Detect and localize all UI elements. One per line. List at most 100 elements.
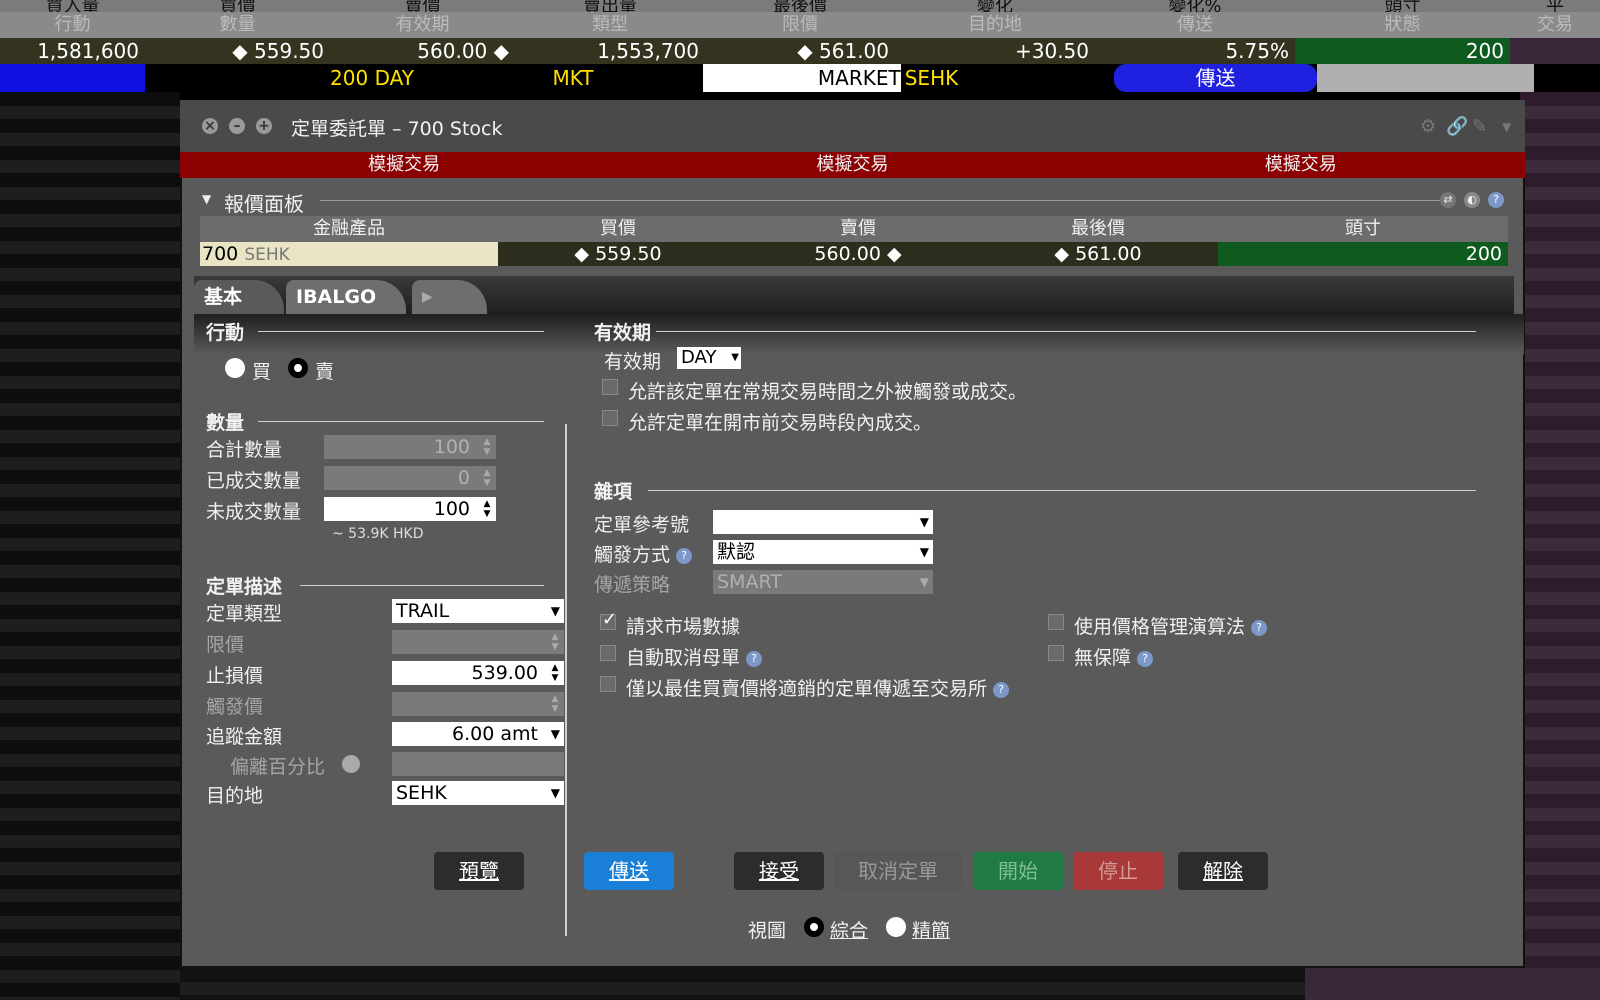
- column-header: 金融產品: [313, 218, 385, 239]
- start-button[interactable]: 開始: [973, 852, 1063, 890]
- checkmark-icon: ✓: [602, 609, 618, 630]
- tif-select[interactable]: DAY ▼: [677, 347, 741, 369]
- help-icon[interactable]: ?: [1137, 651, 1154, 667]
- link-icon[interactable]: 🔗: [1446, 116, 1468, 137]
- offset-percent-radio[interactable]: [342, 755, 360, 773]
- preview-button[interactable]: 預覽: [434, 852, 524, 890]
- help-icon[interactable]: ?: [746, 651, 763, 667]
- outside-rth-label: 允許該定單在常規交易時間之外被觸發或成交。: [628, 381, 1028, 403]
- ask-cell[interactable]: 560.00 ◆: [738, 242, 978, 266]
- hdr1-cell: 變化%: [1168, 0, 1222, 12]
- divider: [320, 200, 1440, 201]
- hdr1-cell: 變化: [977, 0, 1013, 12]
- hdr1-cell: 賣出量: [583, 0, 637, 12]
- order-ticket-window: × – + 定單委託單 – 700 Stock ⚙ 🔗 ✎ ▼ 模擬交易 模擬交…: [180, 100, 1525, 968]
- order-qty-tif[interactable]: 200 DAY: [145, 64, 414, 92]
- accept-button[interactable]: 接受: [734, 852, 824, 890]
- hdr2-cell: 數量: [219, 14, 256, 35]
- order-ref-select[interactable]: ▼: [713, 510, 933, 534]
- hdr1-cell: 買價: [219, 0, 256, 12]
- hdr2-cell: 目的地: [968, 14, 1022, 35]
- price-mgmt-algo-checkbox[interactable]: [1048, 614, 1064, 630]
- collapse-triangle-icon[interactable]: ▼: [202, 192, 211, 206]
- order-desc-section-title: 定單描述: [206, 576, 283, 598]
- hdr2-cell: 狀態: [1384, 14, 1421, 35]
- buy-radio[interactable]: [225, 358, 245, 378]
- stop-price-stepper[interactable]: 539.00 ▲ ▼: [392, 661, 564, 685]
- quote-settings-icon[interactable]: ⇄: [1440, 192, 1456, 208]
- divider: [258, 421, 544, 422]
- valrow-cell[interactable]: 200: [1295, 38, 1510, 64]
- view-full-label: 綜合: [830, 920, 869, 942]
- background-rows-right: [1520, 92, 1600, 1000]
- cancel-order-button[interactable]: 取消定單: [834, 852, 962, 890]
- release-button[interactable]: 解除: [1178, 852, 1268, 890]
- quote-table-row[interactable]: 700 SEHK ◆ 559.50 560.00 ◆ ◆ 561.00 200: [200, 242, 1508, 266]
- position-cell[interactable]: 200: [1218, 242, 1508, 266]
- view-compact-radio[interactable]: [886, 917, 906, 937]
- no-guarantee-checkbox[interactable]: [1048, 645, 1064, 661]
- sell-radio[interactable]: [288, 358, 308, 378]
- minimize-icon[interactable]: –: [229, 118, 245, 134]
- divider: [300, 585, 544, 586]
- hdr2-cell: 交易: [1537, 14, 1573, 35]
- valrow-cell[interactable]: 1,581,600: [0, 38, 145, 64]
- order-type[interactable]: MKT: [414, 64, 593, 92]
- quote-panel-title: 報價面板: [224, 192, 304, 216]
- last-cell[interactable]: ◆ 561.00: [978, 242, 1218, 266]
- tab-basic[interactable]: 基本: [194, 280, 284, 314]
- valrow-cell[interactable]: ◆ 559.50: [145, 38, 330, 64]
- maximize-icon[interactable]: +: [256, 118, 272, 134]
- pin-icon[interactable]: ✎: [1472, 116, 1487, 137]
- misc-section-title: 雜項: [594, 481, 633, 503]
- speaker-icon[interactable]: ◐: [1464, 192, 1480, 208]
- order-market[interactable]: MARKET: [703, 64, 901, 92]
- view-full-radio[interactable]: [804, 917, 824, 937]
- routing-strategy-select: SMART ▼: [713, 570, 933, 594]
- order-status: [1316, 64, 1535, 92]
- tab-more-arrow-icon[interactable]: ▶: [412, 280, 487, 314]
- close-icon[interactable]: ×: [202, 118, 218, 134]
- trailing-amount-field[interactable]: 6.00 amt ▼: [392, 722, 564, 746]
- tif-label: 有效期: [604, 351, 662, 373]
- order-type-label: 定單類型: [206, 603, 283, 625]
- nbbo-routing-checkbox[interactable]: [600, 676, 616, 692]
- valrow-cell[interactable]: 5.75%: [1095, 38, 1295, 64]
- buy-label: 買: [252, 361, 272, 383]
- order-transmit-button[interactable]: 傳送: [1114, 64, 1317, 92]
- help-icon[interactable]: ?: [993, 682, 1010, 698]
- help-icon[interactable]: ?: [1488, 192, 1504, 208]
- panel-shade: [194, 314, 1524, 354]
- outside-rth-checkbox[interactable]: [602, 379, 618, 395]
- destination-select[interactable]: SEHK ▼: [392, 781, 564, 805]
- tab-ibalgo[interactable]: IBALGO: [286, 280, 406, 314]
- valrow-cell[interactable]: 560.00 ◆: [330, 38, 515, 64]
- valrow-cell[interactable]: 1,553,700: [515, 38, 705, 64]
- bid-cell[interactable]: ◆ 559.50: [498, 242, 738, 266]
- help-icon[interactable]: ?: [676, 548, 693, 564]
- quantity-stepper[interactable]: 100 ▲ ▼: [324, 497, 496, 521]
- valrow-cell[interactable]: ◆ 561.00: [705, 38, 895, 64]
- market-data-row[interactable]: 1,581,600 ◆ 559.50 560.00 ◆ 1,553,700 ◆ 561.…: [0, 38, 1600, 64]
- pre-open-checkbox[interactable]: [602, 410, 618, 426]
- quote-table-header: 金融產品 買價 賣價 最後價 頭寸: [200, 216, 1508, 242]
- order-destination[interactable]: SEHK: [901, 64, 1095, 92]
- trigger-method-select[interactable]: 默認 ▼: [713, 540, 933, 564]
- offset-percent-label: 偏離百分比: [230, 756, 326, 778]
- stop-button[interactable]: 停止: [1073, 852, 1163, 890]
- order-row[interactable]: 200 DAY MKT MARKET SEHK 傳送: [0, 64, 1600, 92]
- chevron-down-icon[interactable]: ▼: [1502, 120, 1511, 134]
- column-header: 頭寸: [1345, 218, 1381, 239]
- gear-icon[interactable]: ⚙: [1420, 116, 1436, 137]
- quantity-section-title: 數量: [206, 412, 245, 434]
- auto-cancel-checkbox[interactable]: [600, 645, 616, 661]
- column-header-row-1: 買入量 買價 賣價 賣出量 最後價 變化 變化% 頭寸 平: [0, 0, 1600, 12]
- valrow-cell[interactable]: +30.50: [895, 38, 1095, 64]
- order-type-select[interactable]: TRAIL ▼: [392, 599, 564, 623]
- valrow-cell[interactable]: [1510, 38, 1600, 64]
- transmit-button[interactable]: 傳送: [584, 852, 674, 890]
- market-data-checkbox[interactable]: ✓: [600, 609, 617, 630]
- column-header: 賣價: [840, 218, 876, 239]
- help-icon[interactable]: ?: [1251, 620, 1268, 636]
- instrument-cell[interactable]: 700 SEHK: [200, 242, 498, 266]
